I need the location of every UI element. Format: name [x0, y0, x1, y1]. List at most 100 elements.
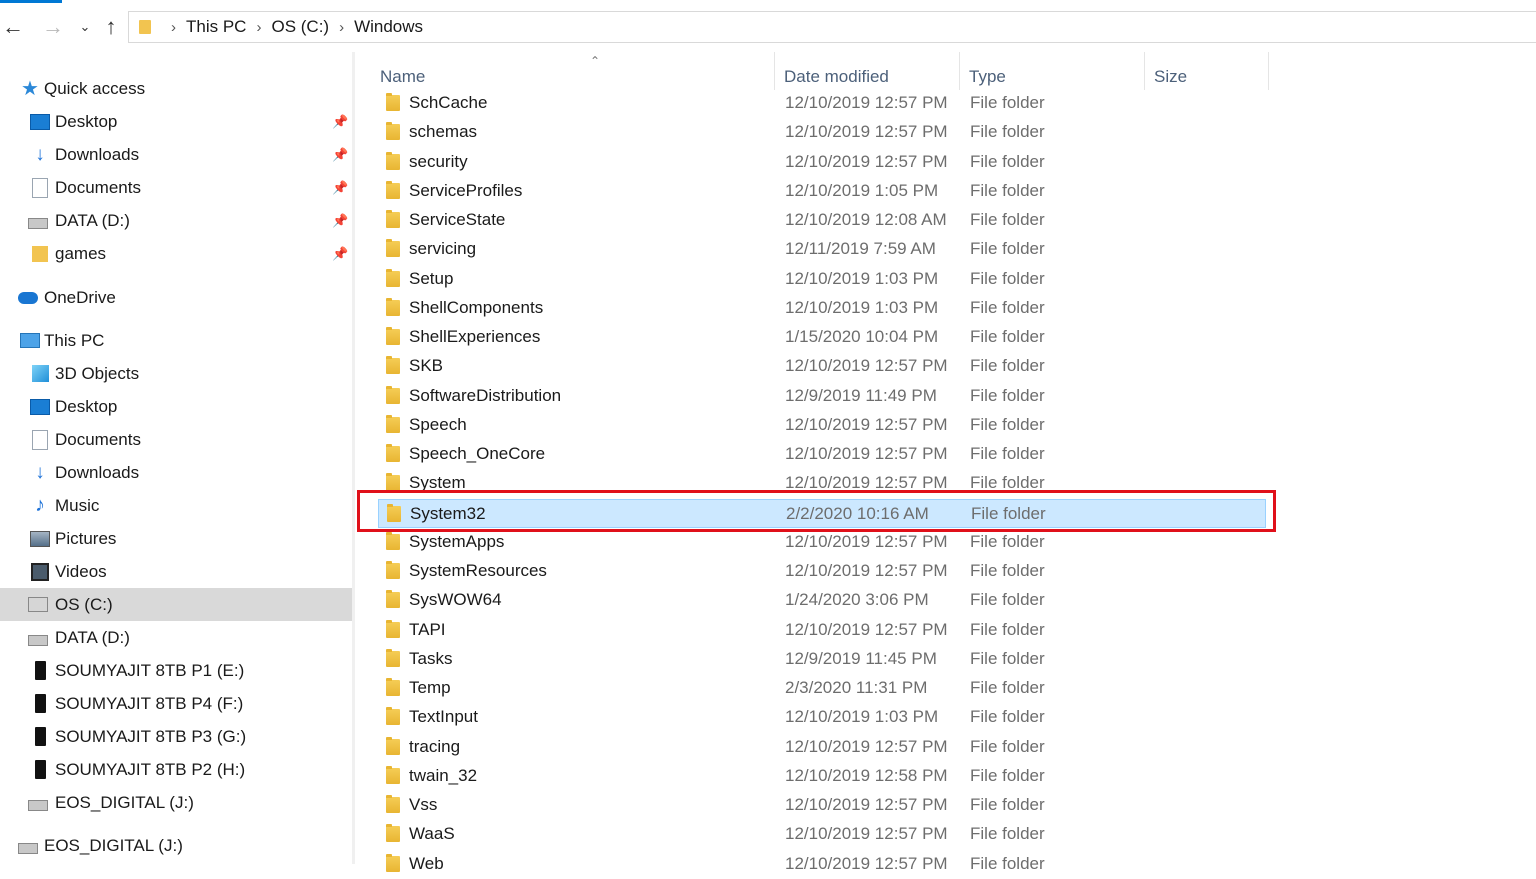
- sidebar-item-os-c[interactable]: OS (C:): [0, 588, 352, 621]
- file-type: File folder: [970, 356, 1045, 376]
- file-row[interactable]: SKB 12/10/2019 12:57 PM File folder: [378, 352, 1266, 381]
- accent-line: [0, 0, 62, 3]
- address-bar[interactable]: › This PC › OS (C:) › Windows: [128, 11, 1536, 43]
- chevron-right-icon[interactable]: ›: [339, 19, 344, 36]
- pin-icon[interactable]: 📌: [332, 213, 348, 229]
- chevron-right-icon[interactable]: ›: [171, 19, 176, 36]
- sidebar-item-3d-objects[interactable]: 3D Objects: [0, 357, 352, 390]
- recent-locations-button[interactable]: ⌄: [72, 14, 98, 40]
- file-row[interactable]: Temp 2/3/2020 11:31 PM File folder: [378, 674, 1266, 703]
- file-row[interactable]: Speech_OneCore 12/10/2019 12:57 PM File fo…: [378, 440, 1266, 469]
- sidebar-item-videos[interactable]: Videos: [0, 555, 352, 588]
- file-row[interactable]: Speech 12/10/2019 12:57 PM File folder: [378, 411, 1266, 440]
- file-type: File folder: [970, 561, 1045, 580]
- external-drive-icon: [30, 727, 50, 746]
- file-row[interactable]: security 12/10/2019 12:57 PM File folder: [378, 148, 1266, 177]
- file-name: servicing: [409, 239, 477, 259]
- file-list: Name ⌃ Date modified Type Size SchCache 1…: [357, 52, 1536, 873]
- file-row[interactable]: ShellExperiences 1/15/2020 10:04 PM File f…: [378, 323, 1266, 352]
- sidebar-item-label: Downloads: [55, 144, 140, 164]
- file-row[interactable]: Tasks 12/9/2019 11:45 PM File folder: [378, 645, 1266, 674]
- column-separator[interactable]: [1144, 52, 1145, 90]
- folder-icon: [386, 678, 400, 696]
- file-row[interactable]: TextInput 12/10/2019 1:03 PM File folder: [378, 703, 1266, 732]
- column-separator[interactable]: [1268, 52, 1269, 90]
- file-type: File folder: [970, 444, 1045, 463]
- pin-icon[interactable]: 📌: [332, 147, 348, 163]
- pin-icon[interactable]: 📌: [332, 114, 348, 130]
- file-row[interactable]: ShellComponents 12/10/2019 1:03 PM File fo…: [378, 294, 1266, 323]
- column-separator[interactable]: [959, 52, 960, 90]
- file-name: schemas: [409, 122, 478, 142]
- sidebar-item-eos-digital[interactable]: EOS_DIGITAL (J:): [0, 829, 352, 862]
- file-row[interactable]: TAPI 12/10/2019 12:57 PM File folder: [378, 616, 1266, 645]
- sidebar-item-drive-f[interactable]: SOUMYAJIT 8TB P4 (F:): [0, 687, 352, 720]
- file-name: TextInput: [409, 707, 478, 727]
- pane-divider[interactable]: [352, 52, 355, 864]
- sidebar-item-data-d[interactable]: DATA (D:) 📌: [0, 204, 352, 237]
- sidebar-item-drive-g[interactable]: SOUMYAJIT 8TB P3 (G:): [0, 720, 352, 753]
- sidebar-item-this-pc[interactable]: This PC: [0, 324, 352, 357]
- file-row[interactable]: servicing 12/11/2019 7:59 AM File folder: [378, 235, 1266, 264]
- documents-icon: [30, 177, 50, 198]
- file-row[interactable]: ServiceState 12/10/2019 12:08 AM File fold…: [378, 206, 1266, 235]
- folder-icon: [386, 824, 400, 843]
- pin-icon[interactable]: 📌: [332, 180, 348, 196]
- back-button[interactable]: ←: [0, 14, 26, 40]
- file-name: SoftwareDistribution: [409, 385, 562, 405]
- file-name: ServiceProfiles: [409, 180, 523, 200]
- up-button[interactable]: ↑: [98, 14, 124, 40]
- sidebar-item-desktop[interactable]: Desktop: [0, 390, 352, 423]
- file-date-modified: 1/24/2020 3:06 PM: [785, 590, 929, 610]
- column-separator[interactable]: [774, 52, 775, 90]
- file-row[interactable]: Vss 12/10/2019 12:57 PM File folder: [378, 791, 1266, 820]
- file-name: ServiceState: [409, 210, 506, 229]
- sidebar-item-drive-e[interactable]: SOUMYAJIT 8TB P1 (E:): [0, 654, 352, 687]
- folder-icon: [386, 239, 400, 258]
- file-row[interactable]: Setup 12/10/2019 1:03 PM File folder: [378, 265, 1266, 294]
- chevron-right-icon[interactable]: ›: [256, 19, 261, 36]
- file-name: Speech_OneCore: [409, 444, 546, 463]
- sidebar-item-documents[interactable]: Documents: [0, 423, 352, 456]
- pin-icon[interactable]: 📌: [332, 246, 348, 262]
- file-row[interactable]: SysWOW64 1/24/2020 3:06 PM File folder: [378, 586, 1266, 615]
- file-name: SysWOW64: [409, 590, 502, 610]
- sidebar-item-onedrive[interactable]: OneDrive: [0, 281, 352, 314]
- breadcrumb-windows[interactable]: Windows: [354, 17, 423, 37]
- sidebar-item-downloads[interactable]: ↓ Downloads: [0, 456, 352, 489]
- file-row[interactable]: schemas 12/10/2019 12:57 PM File folder: [378, 118, 1266, 147]
- breadcrumb-this-pc[interactable]: This PC: [186, 17, 246, 37]
- file-type: File folder: [970, 824, 1045, 844]
- file-name: SystemResources: [409, 561, 547, 580]
- file-row[interactable]: SchCache 12/10/2019 12:57 PM File folder: [378, 89, 1266, 118]
- sidebar-item-desktop[interactable]: Desktop 📌: [0, 105, 352, 138]
- sidebar-item-downloads[interactable]: ↓ Downloads 📌: [0, 138, 352, 171]
- sidebar-item-pictures[interactable]: Pictures: [0, 522, 352, 555]
- file-row[interactable]: ServiceProfiles 12/10/2019 1:05 PM File fo…: [378, 177, 1266, 206]
- sidebar-item-label: EOS_DIGITAL (J:): [44, 835, 183, 855]
- breadcrumb-os-c[interactable]: OS (C:): [271, 17, 329, 37]
- external-drive-icon: [30, 694, 50, 713]
- sidebar-item-drive-j[interactable]: EOS_DIGITAL (J:): [0, 786, 352, 819]
- file-date-modified: 12/10/2019 12:57 PM: [785, 736, 948, 756]
- sidebar-item-documents[interactable]: Documents 📌: [0, 171, 352, 204]
- sidebar-item-drive-h[interactable]: SOUMYAJIT 8TB P2 (H:): [0, 753, 352, 786]
- file-name: SystemApps: [409, 531, 505, 551]
- file-type: File folder: [970, 297, 1045, 317]
- file-row[interactable]: SystemApps 12/10/2019 12:57 PM File folder: [378, 528, 1266, 557]
- file-row[interactable]: tracing 12/10/2019 12:57 PM File folder: [378, 733, 1266, 762]
- file-row[interactable]: twain_32 12/10/2019 12:58 PM File folder: [378, 762, 1266, 791]
- file-row[interactable]: SystemResources 12/10/2019 12:57 PM File f…: [378, 557, 1266, 586]
- sidebar-item-data-d[interactable]: DATA (D:): [0, 621, 352, 654]
- sidebar-item-quick-access[interactable]: ★ Quick access: [0, 72, 352, 105]
- file-name: Tasks: [409, 648, 453, 668]
- file-row[interactable]: SoftwareDistribution 12/9/2019 11:49 PM Fi…: [378, 382, 1266, 411]
- forward-button[interactable]: →: [40, 14, 66, 40]
- file-row[interactable]: Web 12/10/2019 12:57 PM File folder: [378, 850, 1266, 879]
- file-row[interactable]: WaaS 12/10/2019 12:57 PM File folder: [378, 820, 1266, 849]
- sidebar-item-music[interactable]: ♪ Music: [0, 489, 352, 522]
- sidebar-item-games[interactable]: games 📌: [0, 237, 352, 270]
- sidebar-item-label: Quick access: [44, 78, 146, 98]
- sidebar-item-label: OneDrive: [44, 287, 116, 307]
- sidebar-item-label: Desktop: [55, 396, 118, 416]
